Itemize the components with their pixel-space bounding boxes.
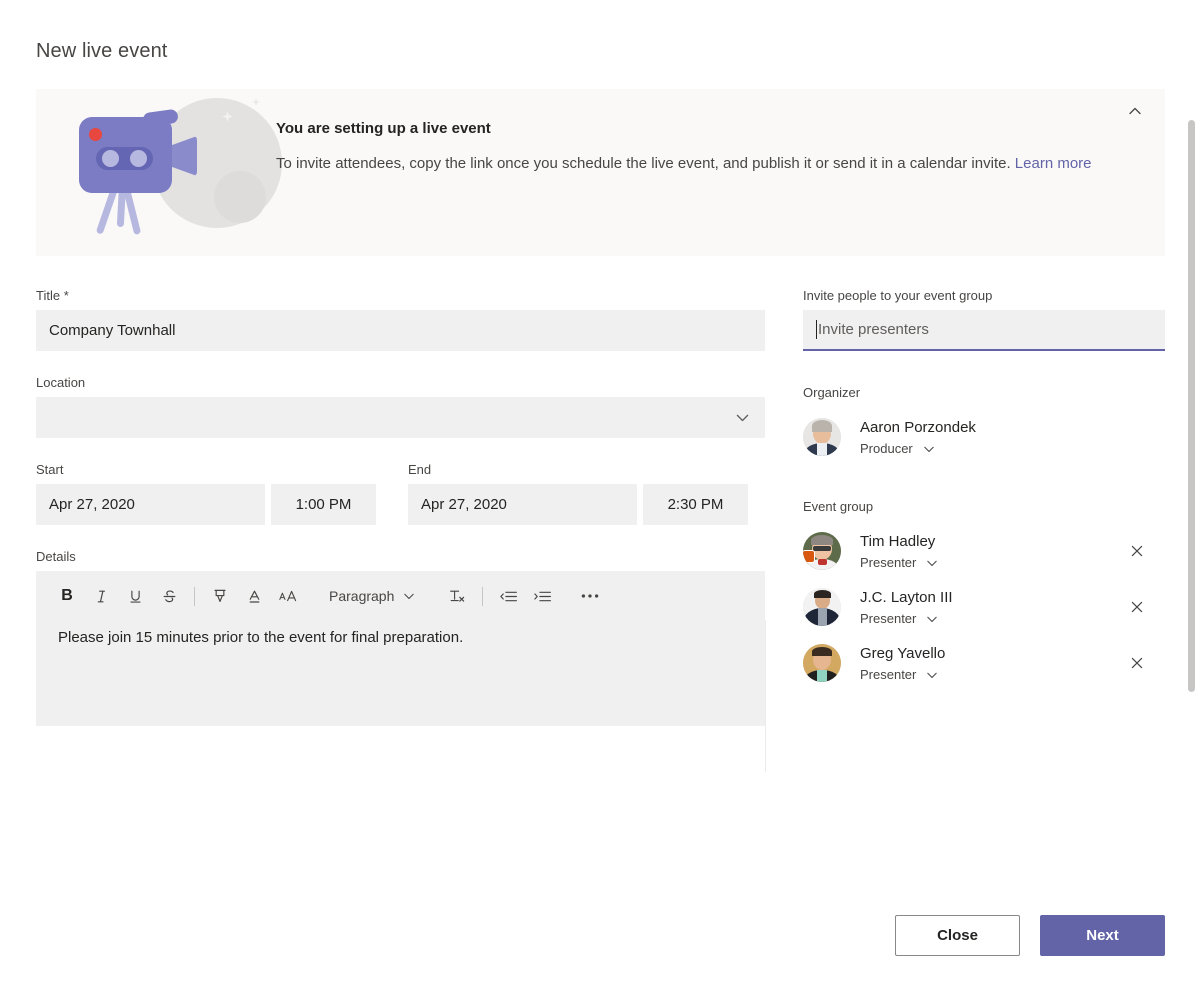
title-label: Title * bbox=[36, 288, 69, 303]
vertical-scrollbar[interactable] bbox=[1187, 90, 1195, 790]
chevron-down-icon bbox=[922, 442, 936, 456]
panel-divider bbox=[765, 620, 766, 772]
organizer-label: Organizer bbox=[803, 385, 861, 400]
increase-indent-icon[interactable] bbox=[525, 579, 559, 613]
date-time-row: Start Apr 27, 2020 1:00 PM End Apr 27, 2… bbox=[36, 462, 765, 525]
record-indicator-icon bbox=[89, 128, 102, 141]
chevron-down-icon bbox=[925, 612, 939, 626]
member-info: Greg Yavello Presenter bbox=[860, 644, 945, 682]
end-label: End bbox=[408, 462, 432, 477]
remove-member-button[interactable] bbox=[1123, 537, 1151, 565]
strikethrough-button[interactable] bbox=[152, 579, 186, 613]
font-size-icon[interactable] bbox=[271, 579, 305, 613]
banner-collapse-button[interactable] bbox=[1119, 95, 1151, 127]
details-field-group: Details B Paragraph Please join 15 minut… bbox=[36, 549, 765, 726]
organizer-role-label: Producer bbox=[860, 441, 913, 457]
paragraph-style-label: Paragraph bbox=[329, 588, 395, 604]
start-field-group: Start Apr 27, 2020 1:00 PM bbox=[36, 462, 376, 525]
avatar-organizer bbox=[803, 418, 841, 456]
organizer-info: Aaron Porzondek Producer bbox=[860, 418, 976, 456]
location-field-group: Location bbox=[36, 375, 765, 438]
location-label: Location bbox=[36, 375, 86, 390]
camera-reel-right bbox=[130, 150, 147, 167]
clear-formatting-icon[interactable] bbox=[440, 579, 474, 613]
date-row-spacer bbox=[376, 462, 408, 525]
member-info: J.C. Layton III Presenter bbox=[860, 588, 953, 626]
underline-button[interactable] bbox=[118, 579, 152, 613]
details-text-body[interactable]: Please join 15 minutes prior to the even… bbox=[36, 621, 765, 656]
chevron-down-icon bbox=[402, 589, 416, 603]
italic-button[interactable] bbox=[84, 579, 118, 613]
member-role-dropdown[interactable]: Presenter bbox=[860, 611, 953, 626]
location-select[interactable] bbox=[36, 397, 765, 438]
member-info: Tim Hadley Presenter bbox=[860, 532, 939, 570]
member-role-label: Presenter bbox=[860, 667, 917, 683]
bold-button[interactable]: B bbox=[50, 579, 84, 613]
member-role-dropdown[interactable]: Presenter bbox=[860, 667, 945, 682]
next-button[interactable]: Next bbox=[1040, 915, 1165, 956]
toolbar-divider-1 bbox=[194, 586, 195, 606]
chevron-down-icon bbox=[734, 409, 751, 426]
end-field-group: End Apr 27, 2020 2:30 PM bbox=[408, 462, 748, 525]
organizer-role-dropdown[interactable]: Producer bbox=[860, 441, 976, 456]
video-camera-tripod-illustration bbox=[66, 89, 282, 256]
dialog-footer: Close Next bbox=[895, 915, 1165, 956]
scrollbar-thumb[interactable] bbox=[1188, 120, 1195, 692]
member-role-label: Presenter bbox=[860, 555, 917, 571]
chevron-down-icon bbox=[925, 668, 939, 682]
invite-presenters-input[interactable]: Invite presenters bbox=[803, 310, 1165, 351]
highlighter-icon[interactable] bbox=[203, 579, 237, 613]
decrease-indent-icon[interactable] bbox=[491, 579, 525, 613]
camera-reel-left bbox=[102, 150, 119, 167]
toolbar-divider-2 bbox=[482, 586, 484, 606]
event-group-member-row: Tim Hadley Presenter bbox=[803, 523, 1165, 579]
member-role-label: Presenter bbox=[860, 611, 917, 627]
font-color-icon[interactable] bbox=[237, 579, 271, 613]
member-name: Greg Yavello bbox=[860, 644, 946, 662]
banner-description: To invite attendees, copy the link once … bbox=[276, 152, 1096, 175]
details-rich-text-editor: B Paragraph Please join 15 minutes prior… bbox=[36, 571, 765, 726]
avatar-member-0 bbox=[803, 532, 841, 570]
details-label: Details bbox=[36, 549, 76, 564]
member-name: J.C. Layton III bbox=[860, 588, 953, 606]
text-caret bbox=[816, 320, 817, 339]
title-field-group: Title * Company Townhall bbox=[36, 288, 765, 351]
more-options-icon[interactable] bbox=[573, 579, 607, 613]
banner-description-text: To invite attendees, copy the link once … bbox=[276, 155, 1015, 172]
member-name: Tim Hadley bbox=[860, 532, 936, 550]
banner-text-block: You are setting up a live event To invit… bbox=[276, 120, 1096, 175]
event-group-panel: Invite people to your event group Invite… bbox=[803, 288, 1165, 691]
start-date-input[interactable]: Apr 27, 2020 bbox=[36, 484, 265, 525]
editor-toolbar: B Paragraph bbox=[36, 571, 765, 621]
invite-label: Invite people to your event group bbox=[803, 288, 993, 303]
organizer-row: Aaron Porzondek Producer bbox=[803, 409, 1165, 465]
info-banner: You are setting up a live event To invit… bbox=[36, 89, 1165, 256]
learn-more-link[interactable]: Learn more bbox=[1015, 155, 1092, 172]
close-button[interactable]: Close bbox=[895, 915, 1020, 956]
chevron-down-icon bbox=[925, 556, 939, 570]
event-details-form: Title * Company Townhall Location Start … bbox=[36, 288, 765, 726]
new-live-event-dialog: New live event You are setting up a live… bbox=[0, 0, 1200, 991]
avatar-member-2 bbox=[803, 644, 841, 682]
end-date-input[interactable]: Apr 27, 2020 bbox=[408, 484, 637, 525]
sparkle-small-icon bbox=[252, 98, 260, 106]
start-time-input[interactable]: 1:00 PM bbox=[271, 484, 376, 525]
paragraph-style-dropdown[interactable]: Paragraph bbox=[319, 579, 426, 613]
decorative-circle-small bbox=[214, 171, 266, 223]
event-group-label: Event group bbox=[803, 499, 874, 514]
title-input[interactable]: Company Townhall bbox=[36, 310, 765, 351]
presence-badge bbox=[803, 550, 815, 563]
avatar-member-1 bbox=[803, 588, 841, 626]
end-time-input[interactable]: 2:30 PM bbox=[643, 484, 748, 525]
page-title: New live event bbox=[36, 40, 168, 62]
banner-heading: You are setting up a live event bbox=[276, 120, 491, 137]
event-group-member-row: J.C. Layton III Presenter bbox=[803, 579, 1165, 635]
organizer-name: Aaron Porzondek bbox=[860, 418, 976, 436]
member-role-dropdown[interactable]: Presenter bbox=[860, 555, 939, 570]
event-group-member-row: Greg Yavello Presenter bbox=[803, 635, 1165, 691]
remove-member-button[interactable] bbox=[1123, 593, 1151, 621]
remove-member-button[interactable] bbox=[1123, 649, 1151, 677]
invite-placeholder: Invite presenters bbox=[818, 321, 929, 338]
start-label: Start bbox=[36, 462, 64, 477]
